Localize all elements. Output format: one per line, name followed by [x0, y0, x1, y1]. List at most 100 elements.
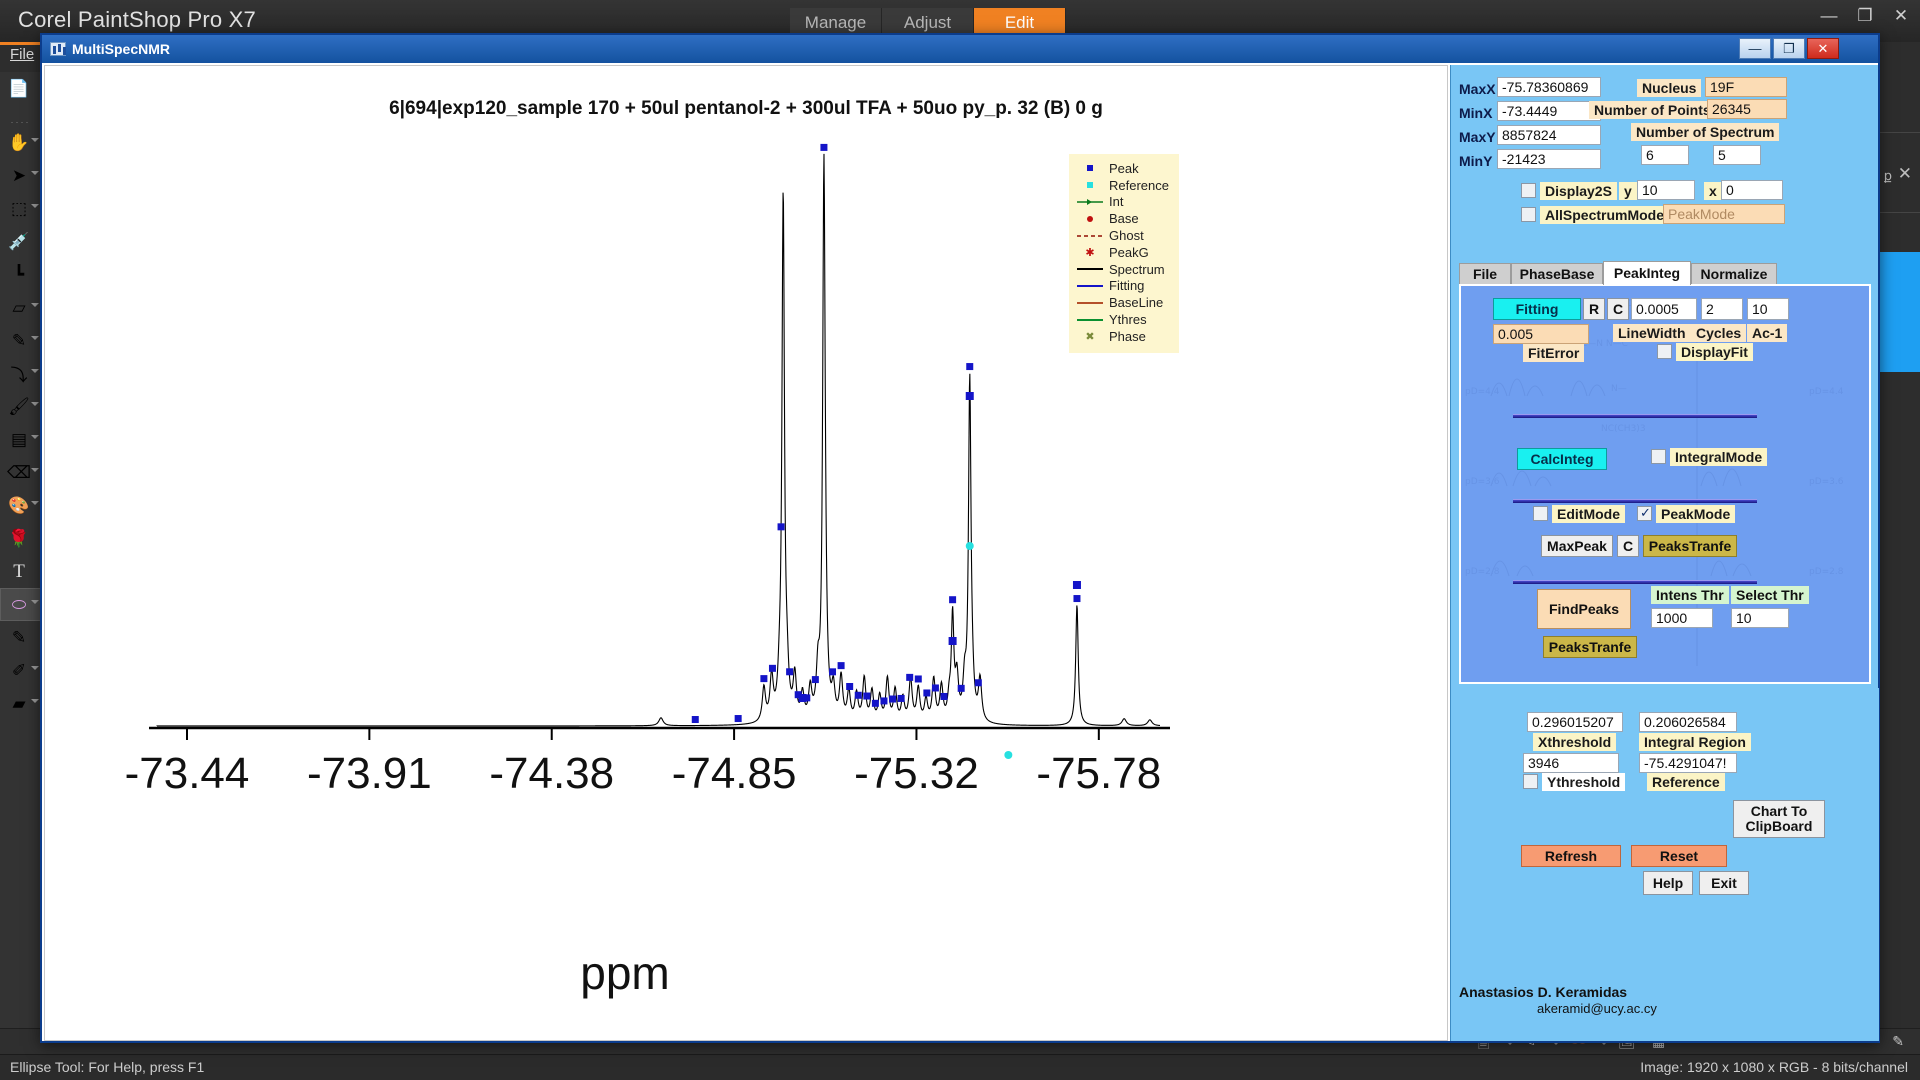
- x-field[interactable]: 0: [1721, 180, 1783, 200]
- refresh-button[interactable]: Refresh: [1521, 845, 1621, 867]
- makeover-tool-icon[interactable]: ✎: [0, 324, 41, 357]
- tab-file[interactable]: File: [1459, 263, 1511, 285]
- displayfit-checkbox[interactable]: [1657, 344, 1672, 359]
- panel-footer-section: 0.296015207 0.206026584 Xthreshold Integ…: [1451, 688, 1879, 1041]
- maxx-field[interactable]: -75.78360869: [1497, 77, 1601, 97]
- chevron-down-icon[interactable]: [31, 336, 39, 340]
- miny-field[interactable]: -21423: [1497, 149, 1601, 169]
- display2s-checkbox[interactable]: [1521, 183, 1536, 198]
- pin-icon[interactable]: ք: [1884, 168, 1892, 184]
- help-button[interactable]: Help: [1643, 871, 1693, 895]
- calcinteg-button[interactable]: CalcInteg: [1517, 448, 1607, 470]
- ythreshold-checkbox[interactable]: [1523, 774, 1538, 789]
- integral-region-label: Integral Region: [1639, 733, 1751, 751]
- cycles-field[interactable]: 2: [1701, 298, 1743, 320]
- xthreshold-value-field[interactable]: 0.296015207: [1527, 712, 1623, 732]
- selection-tool-icon[interactable]: ⬚: [0, 192, 41, 225]
- nmr-titlebar[interactable]: MultiSpecNMR — ❐ ✕: [42, 35, 1878, 63]
- integralmode-label: IntegralMode: [1670, 448, 1767, 466]
- svg-text:pD=2.8: pD=2.8: [1809, 567, 1844, 577]
- maxy-field[interactable]: 8857824: [1497, 125, 1601, 145]
- y-field[interactable]: 10: [1637, 180, 1695, 200]
- fitting-r-button[interactable]: R: [1583, 298, 1605, 320]
- integralmode-checkbox[interactable]: [1651, 449, 1666, 464]
- fiterror-field[interactable]: 0.005: [1493, 324, 1589, 344]
- reference-value-field[interactable]: -75.4291047!: [1639, 753, 1737, 773]
- spectrum-app-icon: [50, 42, 66, 56]
- minimize-icon[interactable]: —: [1818, 6, 1840, 26]
- chevron-down-icon[interactable]: [31, 369, 39, 373]
- picture-tube-icon[interactable]: 🌹: [0, 522, 41, 555]
- ythreshold-value-field[interactable]: 3946: [1523, 753, 1619, 773]
- editmode-checkbox[interactable]: [1533, 506, 1548, 521]
- svg-text:-73.91: -73.91: [307, 749, 432, 798]
- nmr-close-button[interactable]: ✕: [1807, 38, 1839, 59]
- nucleus-field[interactable]: 19F: [1705, 77, 1787, 97]
- menu-file[interactable]: File: [10, 46, 34, 63]
- flood-fill-icon[interactable]: 🎨: [0, 489, 41, 522]
- pan-tool-icon[interactable]: ✋: [0, 126, 41, 159]
- pick-tool-icon[interactable]: ➤: [0, 159, 41, 192]
- legend-item: Fitting: [1075, 278, 1173, 295]
- script-icon[interactable]: ✎: [1892, 1033, 1904, 1050]
- fitting-button[interactable]: Fitting: [1493, 298, 1581, 320]
- intens-thr-label: Intens Thr: [1651, 586, 1729, 604]
- text-tool-icon[interactable]: T: [0, 555, 41, 588]
- ellipse-tool-icon[interactable]: ⬭: [0, 588, 41, 621]
- peakmode-checkbox[interactable]: [1637, 506, 1652, 521]
- chevron-down-icon[interactable]: [31, 600, 39, 604]
- smudge-tool-icon[interactable]: ▰: [0, 687, 41, 720]
- peakmode-field[interactable]: PeakMode: [1663, 204, 1785, 224]
- chevron-down-icon[interactable]: [31, 435, 39, 439]
- paint-brush-icon[interactable]: 🖌: [0, 390, 41, 423]
- chevron-down-icon[interactable]: [31, 204, 39, 208]
- findpeaks-button[interactable]: FindPeaks: [1537, 589, 1631, 629]
- nmr-maximize-button[interactable]: ❐: [1773, 38, 1805, 59]
- select-thr-field[interactable]: 10: [1731, 608, 1789, 628]
- integral-region-value-field[interactable]: 0.206026584: [1639, 712, 1737, 732]
- nmr-minimize-button[interactable]: —: [1739, 38, 1771, 59]
- chevron-down-icon[interactable]: [31, 402, 39, 406]
- fitting-c-button[interactable]: C: [1607, 298, 1629, 320]
- chevron-down-icon[interactable]: [31, 468, 39, 472]
- new-image-icon[interactable]: 📄: [0, 72, 41, 105]
- spectrum-index-field[interactable]: 6: [1641, 145, 1689, 165]
- clone-brush-icon[interactable]: ⤵: [0, 357, 41, 390]
- chevron-down-icon[interactable]: [31, 699, 39, 703]
- maxpeak-c-button[interactable]: C: [1617, 535, 1639, 557]
- minx-field[interactable]: -73.4449: [1497, 101, 1601, 121]
- crop-tool-icon[interactable]: ┗: [0, 258, 41, 291]
- chevron-down-icon[interactable]: [31, 138, 39, 142]
- gradient-tool-icon[interactable]: ▤: [0, 423, 41, 456]
- chart-to-clipboard-button[interactable]: Chart To ClipBoard: [1733, 800, 1825, 838]
- chevron-down-icon[interactable]: [31, 171, 39, 175]
- tab-normalize[interactable]: Normalize: [1691, 263, 1777, 285]
- eraser-tool-icon[interactable]: ⌫: [0, 456, 41, 489]
- tab-peakinteg[interactable]: PeakInteg: [1603, 261, 1691, 285]
- reset-button[interactable]: Reset: [1631, 845, 1727, 867]
- restore-icon[interactable]: ❐: [1854, 6, 1876, 26]
- chevron-down-icon[interactable]: [31, 501, 39, 505]
- close-icon[interactable]: ✕: [1890, 6, 1912, 26]
- chevron-down-icon[interactable]: [31, 303, 39, 307]
- close-icon[interactable]: ✕: [1898, 164, 1912, 184]
- intens-thr-field[interactable]: 1000: [1651, 608, 1713, 628]
- ythres-line-icon: [1075, 315, 1105, 325]
- maxpeak-button[interactable]: MaxPeak: [1541, 535, 1613, 557]
- spectrum-plot-area[interactable]: 6|694|exp120_sample 170 + 50ul pentanol-…: [44, 65, 1448, 1041]
- linewidth-field[interactable]: 0.0005: [1631, 298, 1697, 320]
- warp-brush-icon[interactable]: ✐: [0, 654, 41, 687]
- palette-grip[interactable]: ․․․․: [0, 115, 41, 126]
- peakstranfe-button[interactable]: PeaksTranfe: [1643, 535, 1737, 557]
- peakstranfe-2-button[interactable]: PeaksTranfe: [1543, 636, 1637, 658]
- chevron-down-icon[interactable]: [31, 666, 39, 670]
- pen-tool-icon[interactable]: ✎: [0, 621, 41, 654]
- exit-button[interactable]: Exit: [1699, 871, 1749, 895]
- ac1-field[interactable]: 10: [1747, 298, 1789, 320]
- spectrum-total-field[interactable]: 5: [1713, 145, 1761, 165]
- points-field[interactable]: 26345: [1707, 99, 1787, 119]
- dropper-tool-icon[interactable]: 💉: [0, 225, 41, 258]
- tab-phasebase[interactable]: PhaseBase: [1511, 263, 1603, 285]
- perspective-tool-icon[interactable]: ▱: [0, 291, 41, 324]
- allspectrummode-checkbox[interactable]: [1521, 207, 1536, 222]
